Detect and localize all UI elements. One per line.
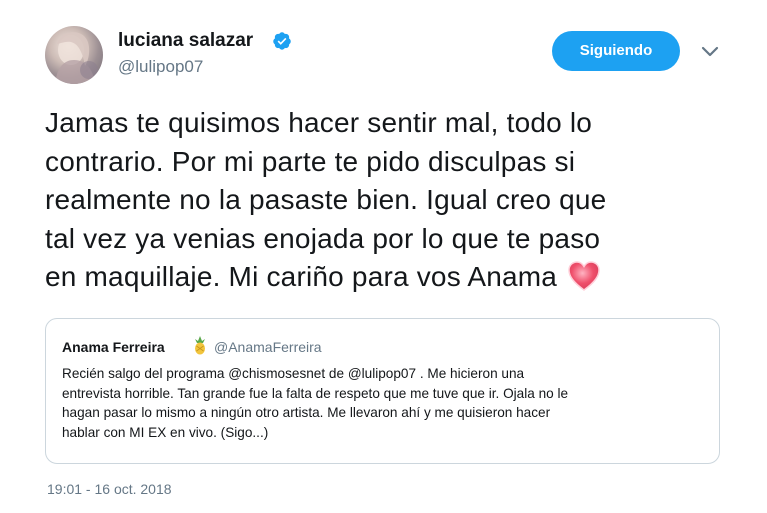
chevron-down-icon[interactable] [700, 43, 720, 59]
tweet-text-line: Jamas te quisimos hacer sentir mal, todo… [45, 107, 593, 138]
tweet-text-line: contrario. Por mi parte te pido disculpa… [45, 145, 576, 177]
quoted-text-line: hablar con MI EX en vivo. (Sigo...) [62, 424, 269, 440]
pineapple-icon [195, 336, 205, 355]
verified-badge-icon [273, 32, 291, 50]
author-display-name[interactable]: luciana salazar [118, 30, 253, 52]
quoted-text: Recién salgo del programa @chismosesnet … [62, 364, 712, 442]
profile-photo [55, 32, 98, 84]
tweet-text: Jamas te quisimos hacer sentir mal, todo… [45, 104, 735, 297]
sparkling-heart-icon [568, 261, 600, 291]
quoted-display-name: Anama Ferreira [62, 339, 165, 355]
tweet-timestamp[interactable]: 19:01 - 16 oct. 2018 [47, 481, 172, 497]
tweet-card: luciana salazar @lulipop07 Siguiendo Jam… [0, 0, 767, 513]
quoted-text-line: entrevista horrible. Tan grande fue la f… [62, 385, 569, 401]
following-button[interactable]: Siguiendo [552, 31, 680, 71]
tweet-text-line: tal vez ya venias enojada por lo que te … [45, 222, 601, 254]
tweet-text-line: en maquillaje. Mi cariño para vos Anama [45, 261, 558, 292]
tweet-text-line: realmente no la pasaste bien. Igual creo… [45, 184, 607, 215]
author-avatar[interactable] [45, 26, 103, 84]
tweet-text-line-last: en maquillaje. Mi cariño para vos Anama [45, 258, 735, 297]
quoted-text-line: hagan pasar lo mismo a ningún otro artis… [62, 405, 551, 420]
author-handle[interactable]: @lulipop07 [118, 57, 203, 77]
quoted-tweet[interactable]: Anama Ferreira @AnamaFerreira Recién sal… [45, 318, 720, 464]
quoted-handle: @AnamaFerreira [214, 339, 322, 355]
quoted-text-line: Recién salgo del programa @chismosesnet … [62, 366, 525, 381]
